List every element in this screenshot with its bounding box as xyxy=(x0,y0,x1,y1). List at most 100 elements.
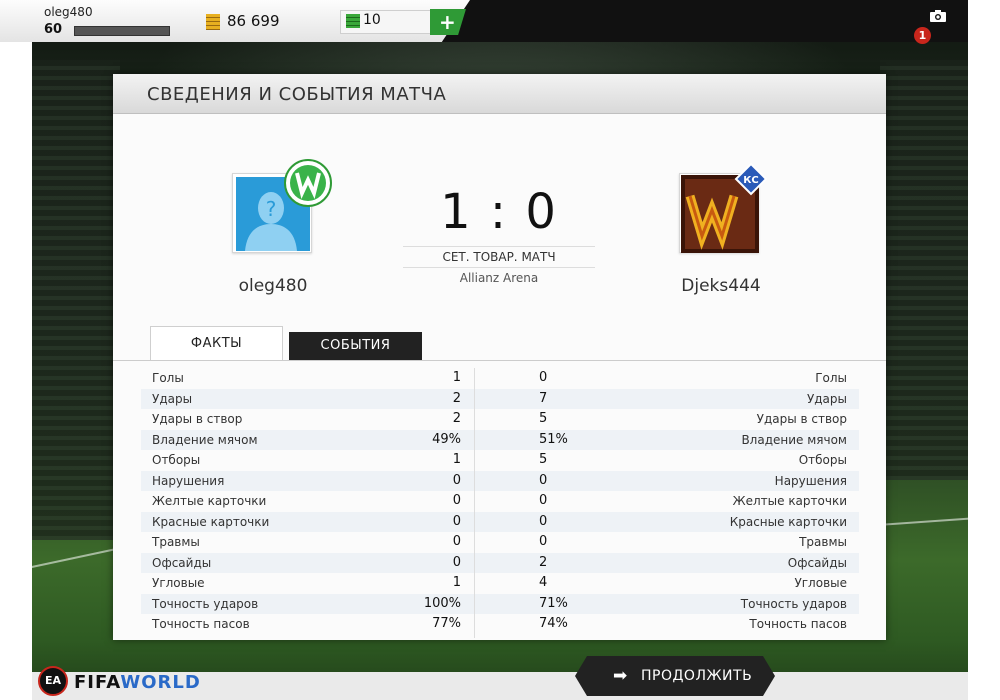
continue-button[interactable]: ➡ ПРОДОЛЖИТЬ xyxy=(575,656,775,696)
home-stat-label: Удары в створ xyxy=(152,412,243,426)
match-details-panel: СВЕДЕНИЯ И СОБЫТИЯ МАТЧА ? oleg480 1 : 0… xyxy=(113,74,886,640)
away-team-name: Djeks444 xyxy=(681,276,761,296)
away-stat-label: Угловые xyxy=(794,576,847,590)
home-stat-label: Травмы xyxy=(152,535,200,549)
away-stat-label: Нарушения xyxy=(774,473,847,488)
away-stat-label: Желтые карточки xyxy=(732,494,847,508)
home-stat-label: Владение мячом xyxy=(152,432,258,447)
continue-label: ПРОДОЛЖИТЬ xyxy=(641,668,753,684)
away-stat-value: 0 xyxy=(539,493,548,508)
match-stats-table: Голы 1 0 Голы Удары 2 7 Удары Удары в створ 2 5 У… xyxy=(141,368,859,635)
home-stat-label: Нарушения xyxy=(152,473,225,488)
svg-text:?: ? xyxy=(266,197,277,221)
stat-row: Красные карточки 0 0 Красные карточки xyxy=(141,511,859,532)
away-stat-value: 2 xyxy=(539,554,548,570)
stat-row: Точность ударов 100% 71% Точность ударов xyxy=(141,593,859,614)
stat-row: Отборы 1 5 Отборы xyxy=(141,450,859,471)
left-frame xyxy=(0,0,32,700)
coins-icon xyxy=(206,14,220,30)
stat-row: Нарушения 0 0 Нарушения xyxy=(141,470,859,491)
match-type-label: СЕТ. ТОВАР. МАТЧ xyxy=(403,246,595,268)
away-stat-label: Травмы xyxy=(799,535,847,549)
home-stat-value: 1 xyxy=(452,370,461,385)
away-stat-value: 51% xyxy=(539,431,568,447)
away-stat-label: Голы xyxy=(815,371,847,385)
home-stat-label: Офсайды xyxy=(152,555,212,570)
away-stat-label: Отборы xyxy=(798,453,847,467)
home-stat-value: 77% xyxy=(432,616,461,631)
away-stat-label: Офсайды xyxy=(787,555,847,570)
away-stat-label: Удары xyxy=(806,391,847,406)
username-label: oleg480 xyxy=(44,5,93,19)
stat-row: Владение мячом 49% 51% Владение мячом xyxy=(141,429,859,450)
svg-text:КС: КС xyxy=(743,175,759,186)
away-stat-value: 0 xyxy=(539,534,548,549)
right-frame xyxy=(968,0,1000,700)
brand-fifa: FIFA xyxy=(74,672,121,693)
away-stat-value: 5 xyxy=(539,452,548,467)
stands-right xyxy=(880,60,970,480)
fifa-world-logo: EA FIFAWORLD xyxy=(38,664,200,698)
away-stat-label: Точность ударов xyxy=(740,596,847,611)
stat-row: Травмы 0 0 Травмы xyxy=(141,532,859,553)
tab-facts[interactable]: ФАКТЫ xyxy=(150,326,283,360)
home-team-name: oleg480 xyxy=(238,276,308,296)
stat-row: Желтые карточки 0 0 Желтые карточки xyxy=(141,491,859,512)
club-crest-icon xyxy=(284,159,332,207)
tab-divider xyxy=(113,360,886,361)
tokens-icon xyxy=(346,14,360,28)
stat-row: Удары 2 7 Удары xyxy=(141,388,859,409)
stat-row: Точность пасов 77% 74% Точность пасов xyxy=(141,614,859,635)
home-stat-label: Угловые xyxy=(152,576,205,590)
tokens-value: 10 xyxy=(363,12,381,28)
home-stat-value: 0 xyxy=(452,493,461,508)
away-stat-value: 0 xyxy=(539,370,548,385)
home-stat-label: Желтые карточки xyxy=(152,494,267,508)
away-stat-value: 0 xyxy=(539,513,548,529)
arrow-right-icon: ➡ xyxy=(613,666,628,686)
home-stat-value: 0 xyxy=(452,472,461,488)
level-label: 60 xyxy=(44,22,63,37)
away-stat-value: 4 xyxy=(539,575,548,590)
home-stat-label: Точность пасов xyxy=(152,617,250,631)
stats-divider xyxy=(474,368,475,638)
away-stat-value: 0 xyxy=(539,472,548,488)
panel-header: СВЕДЕНИЯ И СОБЫТИЯ МАТЧА xyxy=(113,74,886,114)
home-stat-value: 1 xyxy=(452,452,461,467)
away-stat-value: 74% xyxy=(539,616,568,631)
stat-row: Удары в створ 2 5 Удары в створ xyxy=(141,409,859,430)
stat-row: Угловые 1 4 Угловые xyxy=(141,573,859,594)
stands-left xyxy=(30,60,120,540)
xp-progress-bar xyxy=(74,26,170,36)
club-crest-icon: КС xyxy=(734,162,768,196)
home-stat-value: 0 xyxy=(452,513,461,529)
brand-world: WORLD xyxy=(120,672,201,693)
home-team-badge[interactable]: ? xyxy=(232,159,332,253)
away-stat-value: 7 xyxy=(539,390,548,406)
home-stat-label: Точность ударов xyxy=(152,596,259,611)
away-team-badge[interactable]: КС xyxy=(679,162,768,253)
coins-value: 86 699 xyxy=(227,12,280,30)
home-stat-label: Красные карточки xyxy=(152,514,270,529)
home-stat-value: 1 xyxy=(452,575,461,590)
camera-icon[interactable] xyxy=(930,10,946,22)
away-stat-label: Удары в створ xyxy=(756,412,847,426)
match-score: 1 : 0 xyxy=(440,184,558,240)
home-stat-label: Удары xyxy=(152,391,193,406)
away-stat-label: Красные карточки xyxy=(729,514,847,529)
home-stat-value: 2 xyxy=(452,411,461,426)
home-stat-value: 49% xyxy=(432,431,461,447)
stat-row: Офсайды 0 2 Офсайды xyxy=(141,552,859,573)
home-stat-label: Голы xyxy=(152,371,184,385)
home-stat-value: 2 xyxy=(452,390,461,406)
away-stat-value: 5 xyxy=(539,411,548,426)
stat-row: Голы 1 0 Голы xyxy=(141,368,859,389)
top-bar xyxy=(0,0,968,42)
away-stat-label: Точность пасов xyxy=(749,617,847,631)
tab-events[interactable]: СОБЫТИЯ xyxy=(289,332,422,360)
ea-sports-logo: EA xyxy=(38,666,68,696)
home-stat-value: 0 xyxy=(452,554,461,570)
home-stat-value: 0 xyxy=(452,534,461,549)
notification-badge[interactable]: 1 xyxy=(914,27,931,44)
brand-wordmark: FIFAWORLD xyxy=(74,672,201,693)
